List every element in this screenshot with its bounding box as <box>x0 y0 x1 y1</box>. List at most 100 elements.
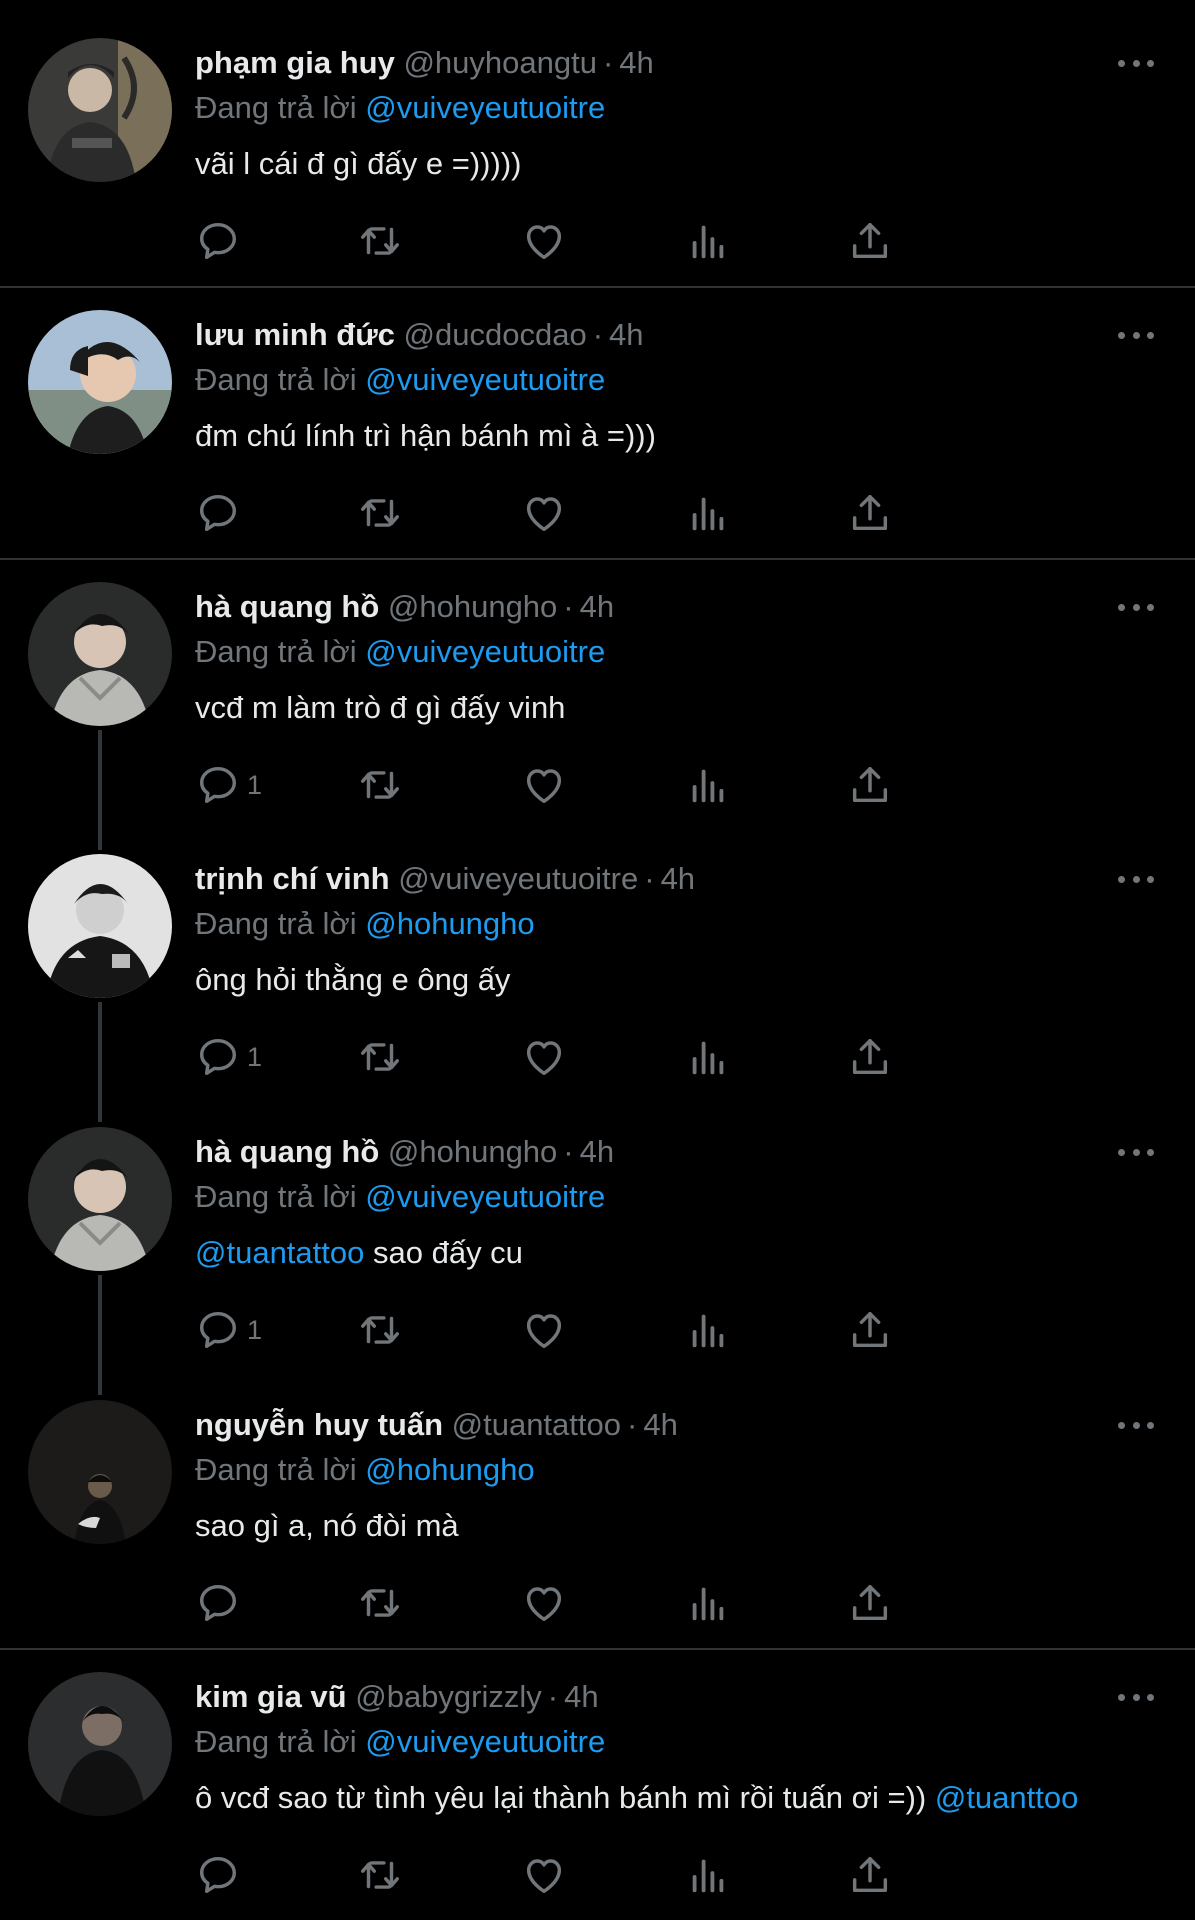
avatar[interactable] <box>28 310 172 454</box>
author-name[interactable]: hà quang hồ <box>195 589 379 624</box>
author-name[interactable]: lưu minh đức <box>195 317 395 352</box>
reply-button[interactable]: 1 <box>195 1305 262 1355</box>
more-icon[interactable] <box>1112 1410 1160 1440</box>
author-handle[interactable]: @vuiveyeutuoitre <box>398 861 638 896</box>
views-button[interactable] <box>685 1305 731 1355</box>
timestamp[interactable]: 4h <box>661 861 695 896</box>
views-button[interactable] <box>685 1032 731 1082</box>
tweet-header: nguyễn huy tuấn @tuantattoo · 4h <box>195 1406 678 1444</box>
share-button[interactable] <box>847 1032 893 1082</box>
more-icon[interactable] <box>1112 592 1160 622</box>
reply-button[interactable]: 1 <box>195 760 262 810</box>
tweet-text: ô vcđ sao từ tình yêu lại thành bánh mì … <box>195 1778 1078 1818</box>
author-handle[interactable]: @hohungho <box>388 1134 557 1169</box>
trailing-mention[interactable]: @tuanttoo <box>935 1780 1079 1815</box>
retweet-button[interactable] <box>357 760 403 810</box>
avatar[interactable] <box>28 1400 172 1544</box>
author-handle[interactable]: @ducdocdao <box>404 317 587 352</box>
reply-button[interactable] <box>195 216 247 266</box>
share-button[interactable] <box>847 216 893 266</box>
inline-mention[interactable]: @tuantattoo <box>195 1235 364 1270</box>
reply-button[interactable]: 1 <box>195 1032 262 1082</box>
share-button[interactable] <box>847 1305 893 1355</box>
like-button[interactable] <box>521 488 567 538</box>
tweet[interactable]: phạm gia huy @huyhoangtu · 4h Đang trả lời… <box>0 38 1195 274</box>
reply-button[interactable] <box>195 1578 247 1628</box>
timestamp[interactable]: 4h <box>564 1679 598 1714</box>
share-button[interactable] <box>847 1850 893 1900</box>
like-icon <box>526 225 562 260</box>
avatar[interactable] <box>28 38 172 182</box>
like-button[interactable] <box>521 760 567 810</box>
share-icon <box>852 1584 888 1621</box>
views-button[interactable] <box>685 760 731 810</box>
timestamp[interactable]: 4h <box>609 317 643 352</box>
replying-to-mention[interactable]: @vuiveyeutuoitre <box>365 634 605 669</box>
more-icon[interactable] <box>1112 1137 1160 1167</box>
author-handle[interactable]: @babygrizzly <box>355 1679 542 1714</box>
views-button[interactable] <box>685 1578 731 1628</box>
share-button[interactable] <box>847 760 893 810</box>
replying-to-mention[interactable]: @hohungho <box>365 1452 534 1487</box>
retweet-button[interactable] <box>357 216 403 266</box>
replying-to-mention[interactable]: @vuiveyeutuoitre <box>365 90 605 125</box>
timestamp[interactable]: 4h <box>580 1134 614 1169</box>
author-name[interactable]: phạm gia huy <box>195 45 395 80</box>
separator-dot: · <box>592 317 604 352</box>
author-handle[interactable]: @tuantattoo <box>452 1407 621 1442</box>
like-button[interactable] <box>521 1032 567 1082</box>
like-button[interactable] <box>521 216 567 266</box>
replying-to-mention[interactable]: @vuiveyeutuoitre <box>365 1179 605 1214</box>
tweet[interactable]: hà quang hồ @hohungho · 4h Đang trả lời @v… <box>0 582 1195 818</box>
replying-to: Đang trả lời @vuiveyeutuoitre <box>195 1723 605 1761</box>
reply-icon <box>199 1856 237 1894</box>
replying-to-mention[interactable]: @hohungho <box>365 906 534 941</box>
views-button[interactable] <box>685 1850 731 1900</box>
retweet-button[interactable] <box>357 1032 403 1082</box>
timestamp[interactable]: 4h <box>643 1407 677 1442</box>
retweet-button[interactable] <box>357 1850 403 1900</box>
replying-to-mention[interactable]: @vuiveyeutuoitre <box>365 1724 605 1759</box>
tweet[interactable]: lưu minh đức @ducdocdao · 4h Đang trả lời … <box>0 310 1195 546</box>
tweet[interactable]: hà quang hồ @hohungho · 4h Đang trả lời @v… <box>0 1127 1195 1363</box>
avatar[interactable] <box>28 854 172 998</box>
like-button[interactable] <box>521 1578 567 1628</box>
retweet-button[interactable] <box>357 1578 403 1628</box>
reply-button[interactable] <box>195 1850 247 1900</box>
author-handle[interactable]: @huyhoangtu <box>403 45 597 80</box>
like-button[interactable] <box>521 1305 567 1355</box>
replying-to-mention[interactable]: @vuiveyeutuoitre <box>365 362 605 397</box>
share-button[interactable] <box>847 488 893 538</box>
author-name[interactable]: nguyễn huy tuấn <box>195 1407 443 1442</box>
more-icon[interactable] <box>1112 1682 1160 1712</box>
views-button[interactable] <box>685 488 731 538</box>
avatar[interactable] <box>28 1672 172 1816</box>
more-icon[interactable] <box>1112 864 1160 894</box>
tweet-header: hà quang hồ @hohungho · 4h <box>195 588 614 626</box>
more-icon[interactable] <box>1112 48 1160 78</box>
timestamp[interactable]: 4h <box>619 45 653 80</box>
like-button[interactable] <box>521 1850 567 1900</box>
author-handle[interactable]: @hohungho <box>388 589 557 624</box>
action-bar <box>195 488 1075 538</box>
tweet[interactable]: kim gia vũ @babygrizzly · 4h Đang trả lời … <box>0 1672 1195 1908</box>
retweet-button[interactable] <box>357 488 403 538</box>
timestamp[interactable]: 4h <box>580 589 614 624</box>
share-button[interactable] <box>847 1578 893 1628</box>
avatar[interactable] <box>28 1127 172 1271</box>
tweet-text: ông hỏi thằng e ông ấy <box>195 960 510 1000</box>
views-icon <box>692 1587 724 1621</box>
views-button[interactable] <box>685 216 731 266</box>
author-name[interactable]: kim gia vũ <box>195 1679 347 1714</box>
author-name[interactable]: hà quang hồ <box>195 1134 379 1169</box>
action-bar: 1 <box>195 760 1075 810</box>
retweet-icon <box>361 771 399 799</box>
retweet-button[interactable] <box>357 1305 403 1355</box>
reply-button[interactable] <box>195 488 247 538</box>
tweet-text: vcđ m làm trò đ gì đấy vinh <box>195 688 565 728</box>
more-icon[interactable] <box>1112 320 1160 350</box>
tweet[interactable]: nguyễn huy tuấn @tuantattoo · 4h Đang trả … <box>0 1400 1195 1636</box>
author-name[interactable]: trịnh chí vinh <box>195 861 390 896</box>
tweet[interactable]: trịnh chí vinh @vuiveyeutuoitre · 4h Đang … <box>0 854 1195 1090</box>
avatar[interactable] <box>28 582 172 726</box>
